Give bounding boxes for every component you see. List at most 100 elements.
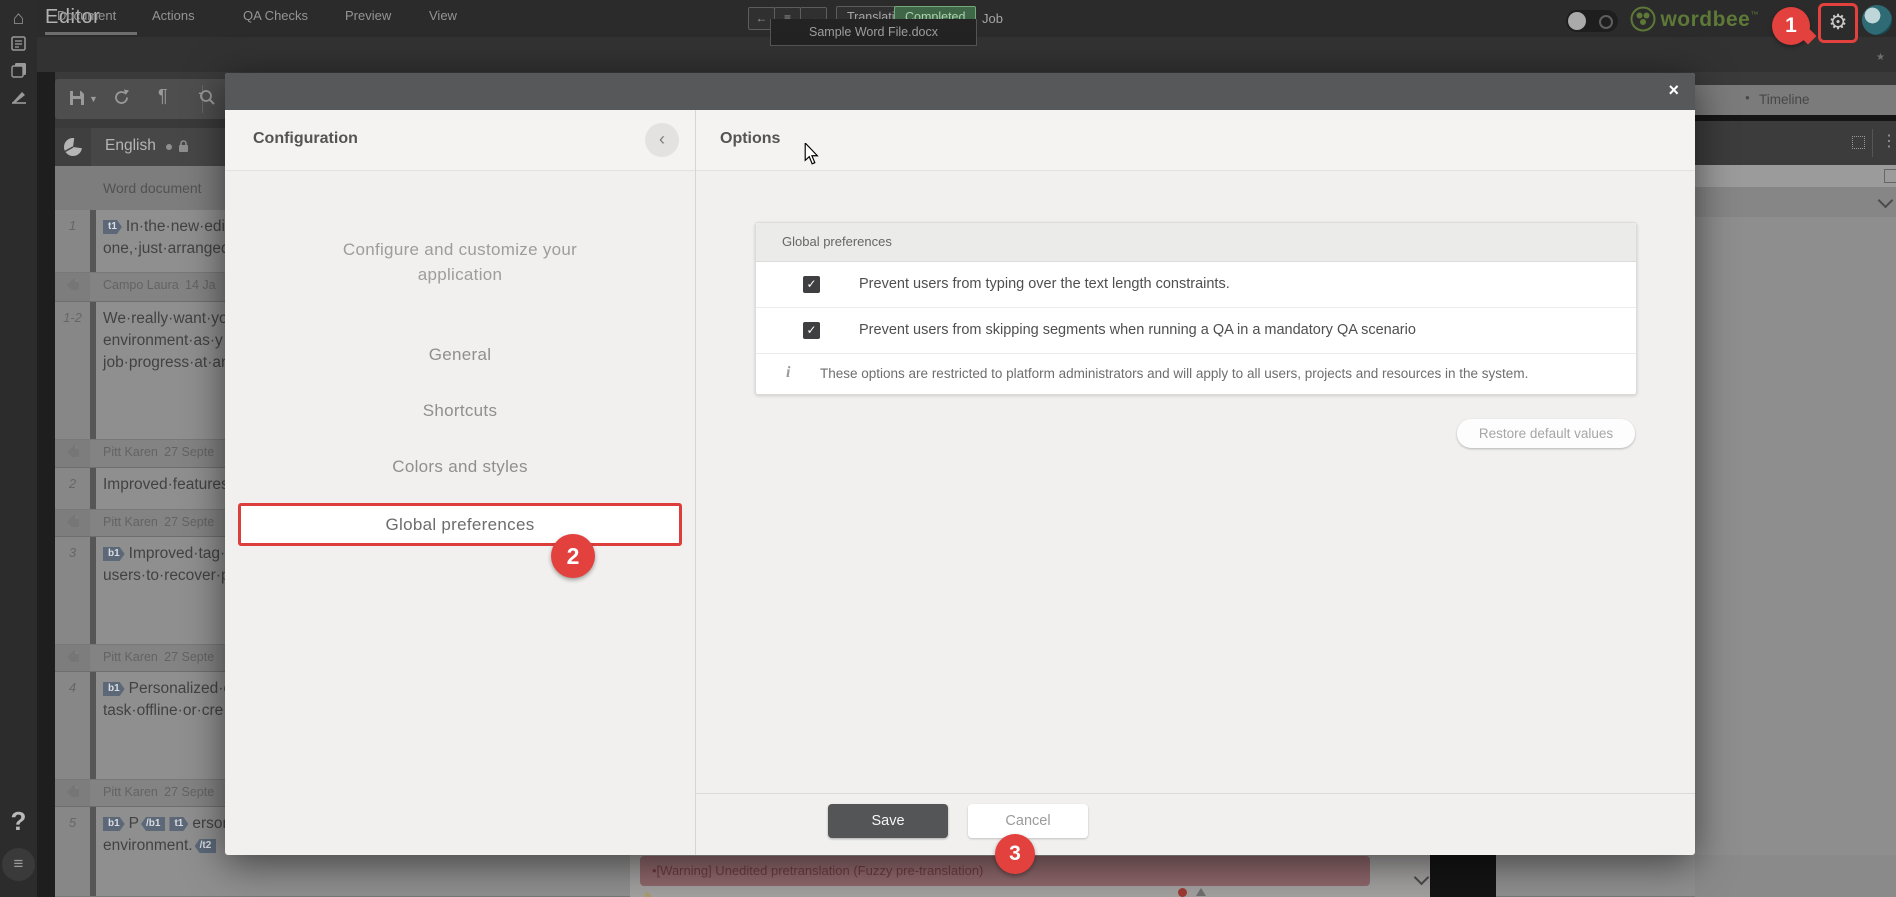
menu-qa-checks[interactable]: QA Checks [243, 8, 308, 23]
segment-source-text[interactable]: t1In·the·new·editone,·just·arranged [103, 216, 230, 260]
segments-list-icon[interactable] [0, 36, 37, 56]
text-run: In·the·new·edit [126, 218, 229, 235]
column-header-label: Word document [103, 180, 202, 196]
divider [1872, 129, 1873, 157]
config-item-global-preferences[interactable]: Global preferences [238, 503, 682, 546]
pie-chart-icon[interactable] [55, 128, 91, 166]
settings-gear-icon[interactable]: ⚙ [1829, 11, 1848, 34]
config-item-general[interactable]: General [225, 345, 695, 365]
tag-icon[interactable] [55, 440, 90, 467]
save-icon[interactable] [69, 90, 85, 111]
checkbox-skip-segments[interactable]: ✓ [803, 322, 820, 339]
refresh-icon[interactable] [113, 89, 130, 111]
chevron-left-icon: ‹ [659, 129, 665, 149]
restore-default-values-button[interactable]: Restore default values [1457, 419, 1635, 448]
help-icon[interactable]: ? [0, 806, 37, 837]
pilcrow-icon[interactable]: ¶ [158, 86, 168, 107]
text-run: users·to·recover·p [103, 567, 230, 584]
job-label[interactable]: Job [982, 11, 1003, 26]
text-run: We·really·want·yo [103, 310, 228, 327]
inline-tag: /t2 [195, 839, 217, 853]
text-run: Improved·tag·h [129, 545, 234, 562]
segment-status-bar [90, 468, 96, 509]
segment-source-text[interactable]: We·really·want·yoenvironment·as·yjob·pro… [103, 308, 230, 374]
file-tab[interactable]: Sample Word File.docx [770, 19, 977, 46]
grid-icon[interactable] [1852, 136, 1865, 149]
segment-status-bar [90, 302, 96, 439]
close-icon[interactable]: × [1668, 80, 1679, 101]
menu-document[interactable]: Document [57, 8, 116, 23]
timeline-bar[interactable]: ● Timeline [1695, 85, 1896, 115]
brand-logo: wordbee™ [1630, 6, 1758, 32]
segment-number: 1-2 [55, 302, 90, 439]
checkbox-text-length[interactable]: ✓ [803, 276, 820, 293]
tag-icon[interactable] [55, 780, 90, 806]
segment-source-text[interactable]: b1 Improved·tag·h users·to·recover·p [103, 543, 234, 587]
text-run: job·progress·at·an [103, 354, 230, 371]
kebab-menu-icon[interactable]: ⋮ [1881, 131, 1896, 151]
timeline-label: Timeline [1759, 92, 1810, 107]
segment-status-bar [90, 537, 96, 644]
tag-icon[interactable] [55, 273, 90, 301]
config-item-shortcuts[interactable]: Shortcuts [225, 401, 695, 421]
tag-icon[interactable] [55, 645, 90, 671]
settings-gear-highlight[interactable]: ⚙ [1818, 3, 1858, 43]
options-title: Options [720, 130, 780, 148]
segment-number: 3 [55, 537, 90, 644]
toggle-knob-icon [1568, 12, 1586, 30]
inline-tag: t1 [169, 817, 188, 831]
documents-icon[interactable] [0, 62, 37, 83]
step-2-badge: 2 [551, 534, 595, 578]
text-run: Personalized·ex [129, 680, 240, 697]
tag-icon[interactable] [55, 510, 90, 536]
config-intro: Configure and customize your application [225, 237, 695, 287]
app-window: Editor Document Actions QA Checks Previe… [0, 0, 1896, 897]
caret-down-icon[interactable]: ▼ [89, 94, 98, 104]
target-panel-body [1695, 217, 1896, 855]
config-item-colors-and-styles[interactable]: Colors and styles [225, 457, 695, 477]
chevron-down-icon[interactable] [1878, 193, 1894, 209]
brand-logo-icon [1630, 6, 1656, 32]
option-row: ✓ Prevent users from typing over the tex… [756, 262, 1636, 308]
edit-pen-icon[interactable] [0, 90, 37, 109]
segment-source-text[interactable]: b1Personalized·extask·offline·or·cre [103, 678, 240, 722]
inline-tag: b1 [103, 547, 125, 561]
segment-source-text[interactable]: Improved·features [103, 474, 229, 496]
segment-meta: Pitt Karen 27 Septe [103, 445, 214, 459]
theme-toggle[interactable] [1566, 10, 1618, 32]
menu-icon[interactable]: ≡ [2, 848, 35, 881]
option-row: ✓ Prevent users from skipping segments w… [756, 308, 1636, 354]
option-label: Prevent users from typing over the text … [859, 276, 1230, 292]
inline-tag: b1 [103, 817, 125, 831]
inline-tag: /b1 [141, 817, 165, 831]
timeline-bullet-icon: ● [1745, 93, 1750, 102]
card-section-title: Global preferences [756, 223, 1636, 262]
menu-actions[interactable]: Actions [152, 8, 195, 23]
text-run: Improved·features [103, 476, 229, 493]
info-icon: i [786, 364, 790, 382]
pin-icon[interactable]: ★ [1876, 52, 1885, 63]
save-button[interactable]: Save [828, 804, 948, 838]
menu-view[interactable]: View [429, 8, 457, 23]
caret-up-icon [1196, 888, 1206, 896]
gutter [37, 72, 55, 897]
segment-meta: Pitt Karen 27 Septe [103, 515, 214, 529]
find-replace-icon[interactable] [198, 89, 216, 111]
segment-status-bar [90, 807, 96, 896]
configuration-modal: × Configuration ‹ Options Configure and … [225, 73, 1695, 855]
segment-status-bar [90, 210, 96, 272]
text-run: environment. [103, 837, 193, 854]
collapse-panel-button[interactable]: ‹ [645, 123, 679, 157]
cursor-icon [803, 143, 819, 170]
title-underline [45, 32, 137, 35]
menu-preview[interactable]: Preview [345, 8, 391, 23]
cancel-button[interactable]: Cancel [968, 804, 1088, 838]
avatar[interactable] [1862, 5, 1892, 35]
segment-meta: Pitt Karen 27 Septe [103, 650, 214, 664]
text-run: one,·just·arranged [103, 240, 230, 257]
error-dot-icon [1178, 888, 1187, 897]
step-3-badge: 3 [995, 834, 1035, 874]
segment-number: 5 [55, 807, 90, 896]
home-icon[interactable]: ⌂ [0, 8, 37, 30]
panel-layout-icon[interactable] [1884, 169, 1896, 183]
